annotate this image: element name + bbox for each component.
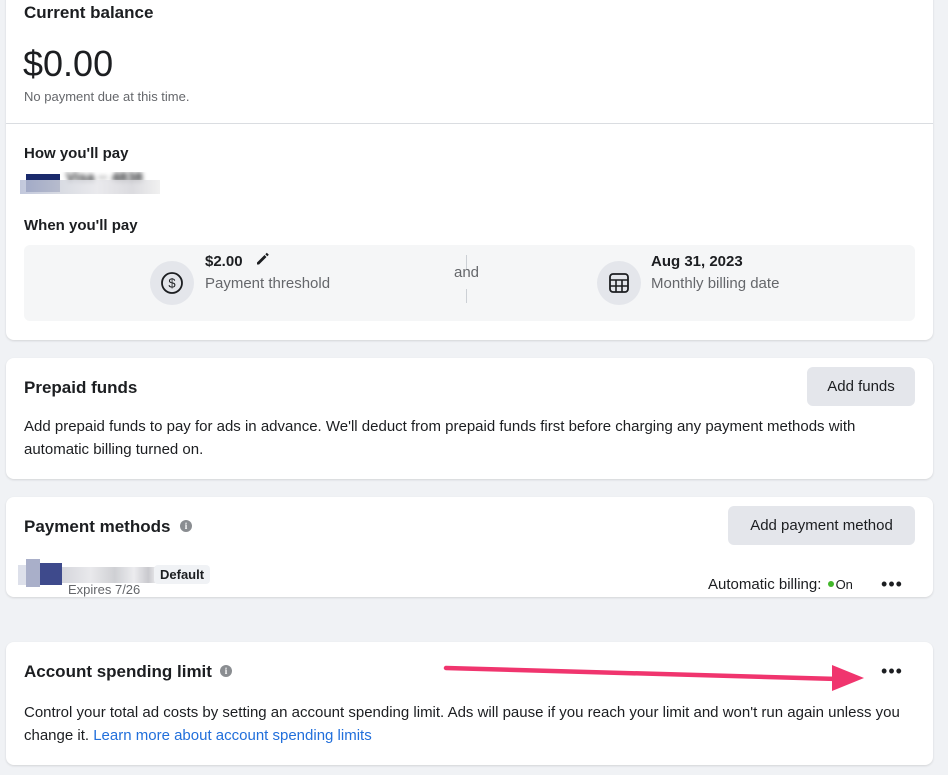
current-balance-title: Current balance <box>24 3 154 22</box>
billing-date-label: Monthly billing date <box>651 275 780 292</box>
blur-block <box>18 565 26 585</box>
automatic-billing-value: On <box>835 577 853 592</box>
svg-text:$: $ <box>168 276 176 291</box>
edit-threshold-pencil-icon[interactable] <box>255 252 269 271</box>
spending-limit-more-options-icon[interactable]: ••• <box>877 662 907 688</box>
calendar-icon <box>597 261 641 305</box>
automatic-billing-status: Automatic billing: On <box>708 576 853 593</box>
learn-more-spending-limits-link[interactable]: Learn more about account spending limits <box>93 727 372 744</box>
card-expiry: Expires 7/26 <box>68 582 141 597</box>
balance-amount: $0.00 <box>23 43 114 84</box>
status-dot-icon <box>827 581 834 588</box>
separator-bottom <box>466 289 467 303</box>
spending-limit-description: Control your total ad costs by setting a… <box>24 701 904 747</box>
payment-methods-card: Payment methods i Add payment method Exp… <box>6 497 933 597</box>
how-youll-pay-title: How you'll pay <box>24 145 129 162</box>
spending-limit-info-icon[interactable]: i <box>220 665 232 677</box>
account-spending-limit-title: Account spending limit <box>24 662 212 681</box>
automatic-billing-label: Automatic billing: <box>708 576 822 593</box>
payment-method-card-row: Expires 7/26 <box>18 559 158 597</box>
prepaid-funds-card: Prepaid funds Add funds Add prepaid fund… <box>6 358 933 479</box>
billing-schedule-panel: $ $2.00 Payment threshold and Aug 31, 20… <box>24 245 915 321</box>
billing-date: Aug 31, 2023 <box>651 253 743 270</box>
card-blur-overlay <box>62 567 158 583</box>
add-payment-method-button[interactable]: Add payment method <box>728 506 915 545</box>
balance-note: No payment due at this time. <box>24 89 190 104</box>
dollar-icon: $ <box>150 261 194 305</box>
divider <box>6 123 933 124</box>
payment-method-more-options-icon[interactable]: ••• <box>877 575 907 601</box>
default-badge: Default <box>154 565 211 584</box>
add-funds-button[interactable]: Add funds <box>807 367 915 406</box>
threshold-label: Payment threshold <box>205 275 331 292</box>
and-text: and <box>454 264 480 281</box>
threshold-value: $2.00 <box>205 253 243 270</box>
prepaid-funds-description: Add prepaid funds to pay for ads in adva… <box>24 418 856 458</box>
current-balance-card: Current balance $0.00 No payment due at … <box>6 0 933 340</box>
blur-block <box>26 559 40 587</box>
payment-methods-info-icon[interactable]: i <box>180 520 192 532</box>
payment-card-row: Visa ·· 4838 <box>20 172 160 194</box>
payment-methods-title: Payment methods <box>24 517 171 536</box>
annotation-arrow-icon <box>443 665 864 691</box>
card-brand-icon <box>40 563 62 585</box>
card-blur-overlay <box>20 180 160 194</box>
prepaid-funds-title: Prepaid funds <box>24 378 138 397</box>
when-youll-pay-title: When you'll pay <box>24 217 138 234</box>
